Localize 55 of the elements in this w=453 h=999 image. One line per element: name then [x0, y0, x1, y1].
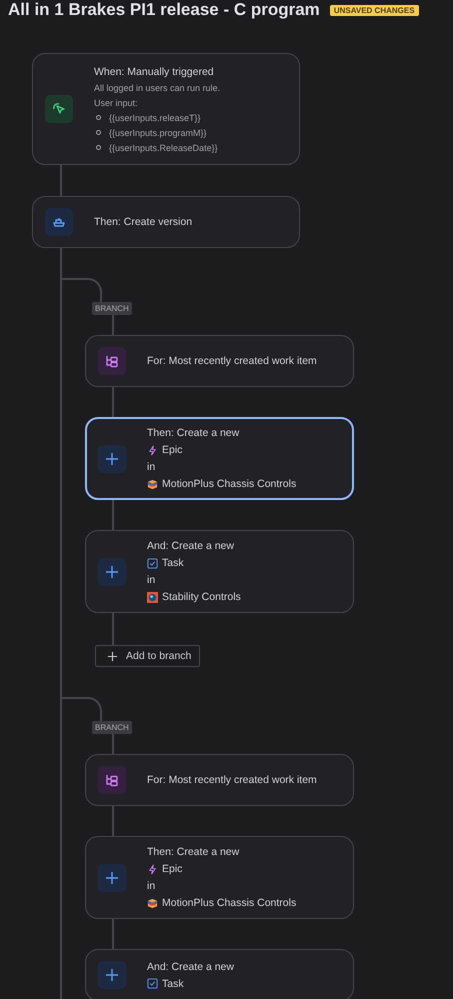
project-avatar-icon: [147, 592, 158, 602]
lightning-icon: [147, 864, 158, 874]
branch-icon: [98, 766, 126, 794]
input-variable: {{userInputs.ReleaseDate}}: [109, 142, 218, 154]
work-type-label: Task: [162, 556, 184, 570]
rule-title: All in 1 Brakes PI1 release - C program: [8, 0, 320, 20]
input-label: User input:: [94, 96, 139, 108]
input-variable: {{userInputs.releaseT}}: [109, 112, 201, 124]
preposition-text: in: [147, 460, 156, 474]
lightning-icon: [147, 444, 158, 456]
branch-label: BRANCH: [92, 721, 132, 734]
plus-icon: [98, 864, 126, 892]
card-title: Then: Create a new: [147, 426, 240, 440]
plus-icon: [98, 961, 126, 989]
card-title: Then: Create a new: [147, 845, 240, 859]
rule-card[interactable]: For: Most recently created work item: [85, 754, 354, 806]
project-label: Stability Controls: [162, 590, 241, 604]
rule-card[interactable]: For: Most recently created work item: [85, 335, 354, 387]
project-label: MotionPlus Chassis Controls: [162, 896, 296, 910]
card-title: Then: Create version: [94, 215, 192, 229]
trigger-card[interactable]: When: Manually triggered All logged in users can run rule. User input: {{userInputs.releaseT}} {{userInputs.programM}} {{userInputs.ReleaseDate}}: [32, 53, 300, 165]
work-type-label: Task: [162, 976, 184, 990]
preposition-text: in: [147, 573, 156, 587]
plus-icon: [98, 558, 126, 586]
plus-icon: [107, 650, 118, 662]
branch-label: BRANCH: [92, 302, 132, 315]
plus-icon: [98, 444, 126, 472]
rule-card[interactable]: And: Create a new Task in Stability Controls: [85, 530, 354, 613]
bullet-icon: [96, 145, 101, 150]
rule-card[interactable]: Then: Create a new Epic in MotionPlus Chassis Controls: [85, 836, 354, 919]
work-type-label: Epic: [162, 862, 182, 876]
card-title: And: Create a new: [147, 539, 235, 553]
rule-card[interactable]: And: Create a new Task: [85, 949, 354, 999]
project-label: MotionPlus Chassis Controls: [162, 477, 296, 491]
card-description: All logged in users can run rule.: [94, 82, 220, 94]
rule-card[interactable]: Then: Create a new Epic in MotionPlus Chassis Controls: [85, 417, 354, 500]
card-title: When: Manually triggered: [94, 64, 215, 78]
work-type-label: Epic: [162, 443, 182, 457]
checkbox-icon: [147, 978, 158, 989]
rule-card[interactable]: Then: Create version: [32, 196, 300, 248]
bullet-icon: [96, 115, 101, 120]
cursor-icon: [45, 95, 73, 123]
branch-icon: [98, 347, 126, 375]
add-to-branch-button[interactable]: Add to branch: [95, 645, 200, 667]
project-avatar-icon: [147, 898, 158, 908]
project-avatar-icon: [147, 478, 158, 490]
status-badge: UNSAVED CHANGES: [330, 4, 419, 16]
card-title: And: Create a new: [147, 960, 234, 974]
ship-icon: [45, 208, 73, 236]
preposition-text: in: [147, 879, 156, 893]
input-variable: {{userInputs.programM}}: [109, 126, 207, 138]
card-title: For: Most recently created work item: [147, 354, 317, 368]
checkbox-icon: [147, 558, 158, 568]
card-title: For: Most recently created work item: [147, 773, 317, 787]
bullet-icon: [96, 130, 101, 135]
